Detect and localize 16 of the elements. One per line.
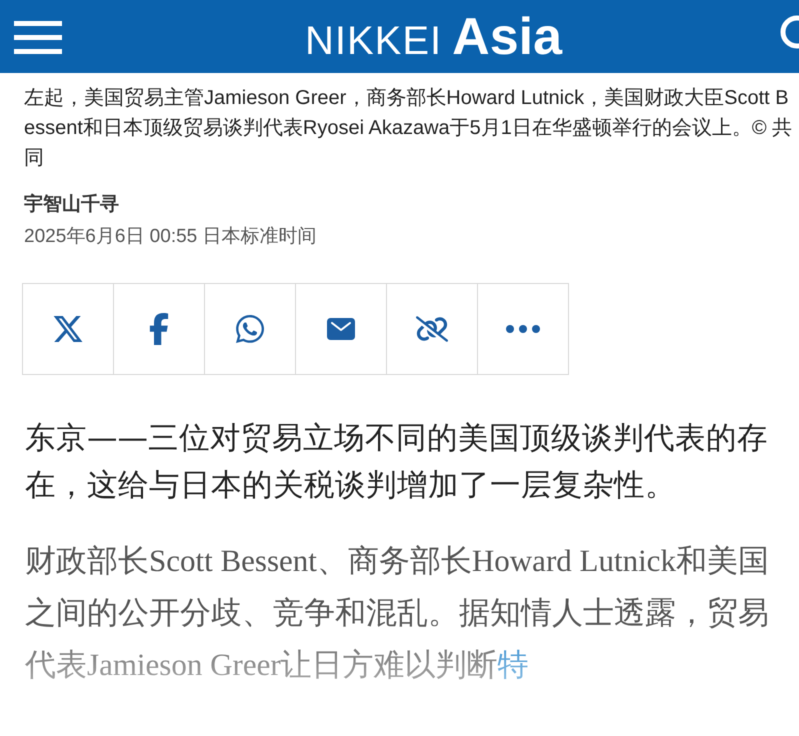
logo-text: NIKKEI [305, 18, 442, 64]
whatsapp-icon [234, 313, 266, 345]
logo-text: Asia [452, 6, 562, 66]
more-icon [506, 325, 540, 333]
x-logo-icon [52, 313, 84, 345]
publish-date: 2025年6月6日 00:55 日本标准时间 [24, 225, 318, 249]
lead-paragraph: 东京——三位对贸易立场不同的美国顶级谈判代表的存在，这给与日本的关税谈判增加了一层复杂性。 [25, 420, 769, 505]
link-icon [416, 313, 448, 345]
photo-caption: 左起，美国贸易主管Jamieson Greer，商务部长Howard Lutnick，美国财政大臣Scott Bessent和日本顶级贸易谈判代表Ryosei Akazawa于5月1日在华盛顿举行的会议上。© 共同 [24, 86, 794, 171]
share-button[interactable] [113, 283, 205, 375]
body-paragraph: 财政部长Scott Bessent、商务部长Howard Lutnick和美国之间的公开分歧、竞争和混乱。据知情人士透露，贸易代表Jamieson Greer让日方难以判断特 [25, 542, 770, 684]
share-button[interactable] [295, 283, 387, 375]
share-button[interactable] [22, 283, 114, 375]
share-button[interactable] [204, 283, 296, 375]
share-button[interactable] [386, 283, 478, 375]
author-name[interactable]: 宇智山千寻 [24, 191, 799, 217]
